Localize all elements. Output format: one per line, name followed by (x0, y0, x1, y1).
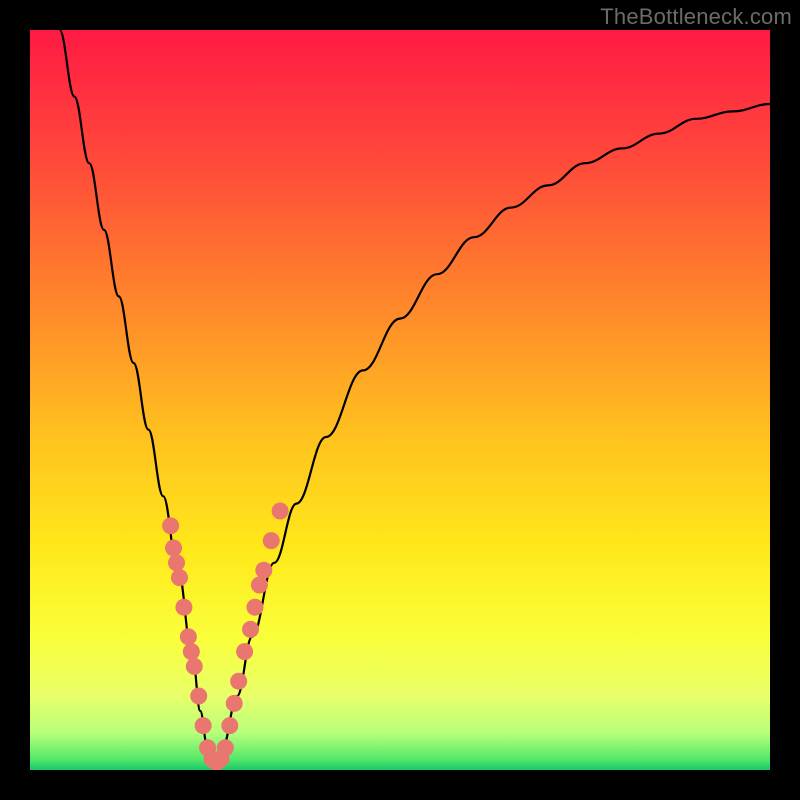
data-marker (272, 503, 289, 520)
data-marker (226, 695, 243, 712)
data-marker (180, 628, 197, 645)
data-marker (168, 554, 185, 571)
data-marker (162, 517, 179, 534)
data-marker (221, 717, 238, 734)
data-marker (230, 673, 247, 690)
chart-frame (30, 30, 770, 770)
data-marker (171, 569, 188, 586)
data-marker (190, 688, 207, 705)
bottleneck-chart (30, 30, 770, 770)
data-marker (246, 599, 263, 616)
data-marker (236, 643, 253, 660)
data-marker (263, 532, 280, 549)
data-marker (255, 562, 272, 579)
data-marker (165, 540, 182, 557)
watermark-text: TheBottleneck.com (600, 4, 792, 30)
data-marker (242, 621, 259, 638)
data-marker (195, 717, 212, 734)
data-marker (186, 658, 203, 675)
data-marker (251, 577, 268, 594)
data-marker (217, 739, 234, 756)
data-marker (183, 643, 200, 660)
data-marker (175, 599, 192, 616)
